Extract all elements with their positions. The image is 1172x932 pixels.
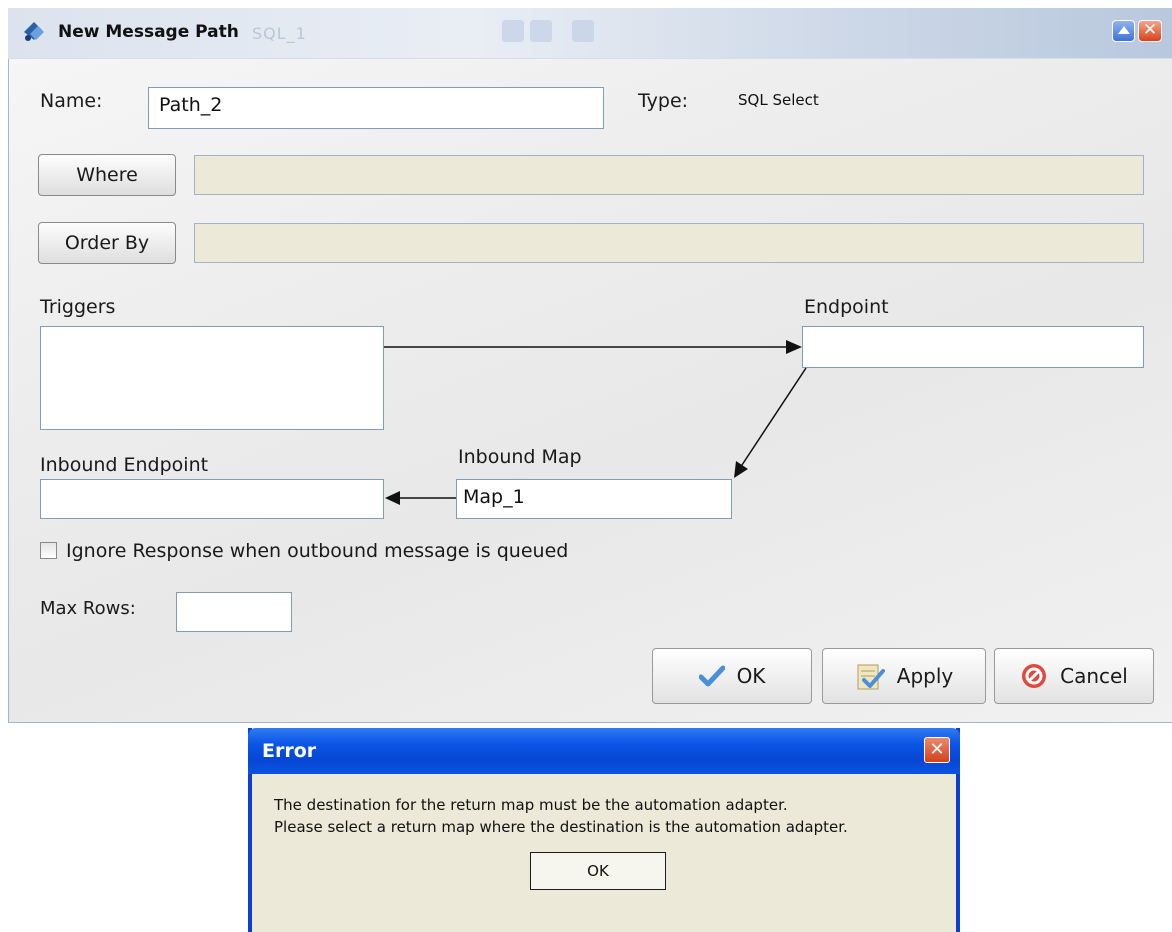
where-button[interactable]: Where	[38, 154, 176, 196]
inbound-endpoint-field[interactable]	[40, 479, 384, 519]
endpoint-label: Endpoint	[804, 296, 889, 318]
ghost-minimize-icon	[502, 20, 524, 42]
error-message-line1: The destination for the return map must …	[274, 796, 788, 814]
ghost-close-icon	[572, 20, 594, 42]
apply-button-label: Apply	[896, 664, 954, 688]
ghost-window-title: SQL_1	[252, 24, 307, 43]
triggers-label: Triggers	[40, 296, 116, 318]
app-icon	[24, 22, 44, 41]
ignore-response-label: Ignore Response when outbound message is…	[66, 540, 569, 562]
name-input[interactable]: Path_2	[148, 87, 604, 129]
max-rows-input[interactable]	[176, 592, 292, 632]
cancel-button[interactable]: Cancel	[994, 648, 1154, 704]
endpoint-field[interactable]	[802, 326, 1144, 368]
ignore-response-checkbox[interactable]	[40, 542, 57, 559]
maximize-icon[interactable]	[1112, 20, 1135, 42]
inbound-endpoint-label: Inbound Endpoint	[40, 454, 209, 476]
error-title-bar[interactable]	[248, 728, 960, 774]
error-ok-button[interactable]: OK	[530, 852, 666, 890]
checkmark-icon	[698, 665, 725, 687]
order-by-button[interactable]: Order By	[38, 222, 176, 264]
apply-icon	[857, 664, 885, 690]
close-icon[interactable]: ✕	[924, 737, 950, 763]
inbound-map-field[interactable]: Map_1	[456, 479, 732, 519]
where-field[interactable]	[194, 155, 1144, 195]
ok-button[interactable]: OK	[652, 648, 812, 704]
close-icon[interactable]: ✕	[1138, 20, 1162, 42]
error-title: Error	[262, 740, 317, 762]
cancel-icon	[1022, 664, 1047, 688]
type-value: SQL Select	[738, 91, 819, 109]
apply-button[interactable]: Apply	[822, 648, 986, 704]
error-message-line2: Please select a return map where the des…	[274, 818, 848, 836]
type-label: Type:	[638, 90, 689, 112]
triggers-field[interactable]	[40, 326, 384, 430]
name-label: Name:	[40, 90, 103, 112]
order-by-field[interactable]	[194, 223, 1144, 263]
window-title: New Message Path	[58, 22, 239, 42]
ghost-maximize-icon	[530, 20, 552, 42]
ok-button-label: OK	[736, 664, 766, 688]
cancel-button-label: Cancel	[1060, 664, 1128, 688]
inbound-map-label: Inbound Map	[458, 446, 582, 468]
max-rows-label: Max Rows:	[40, 598, 136, 619]
